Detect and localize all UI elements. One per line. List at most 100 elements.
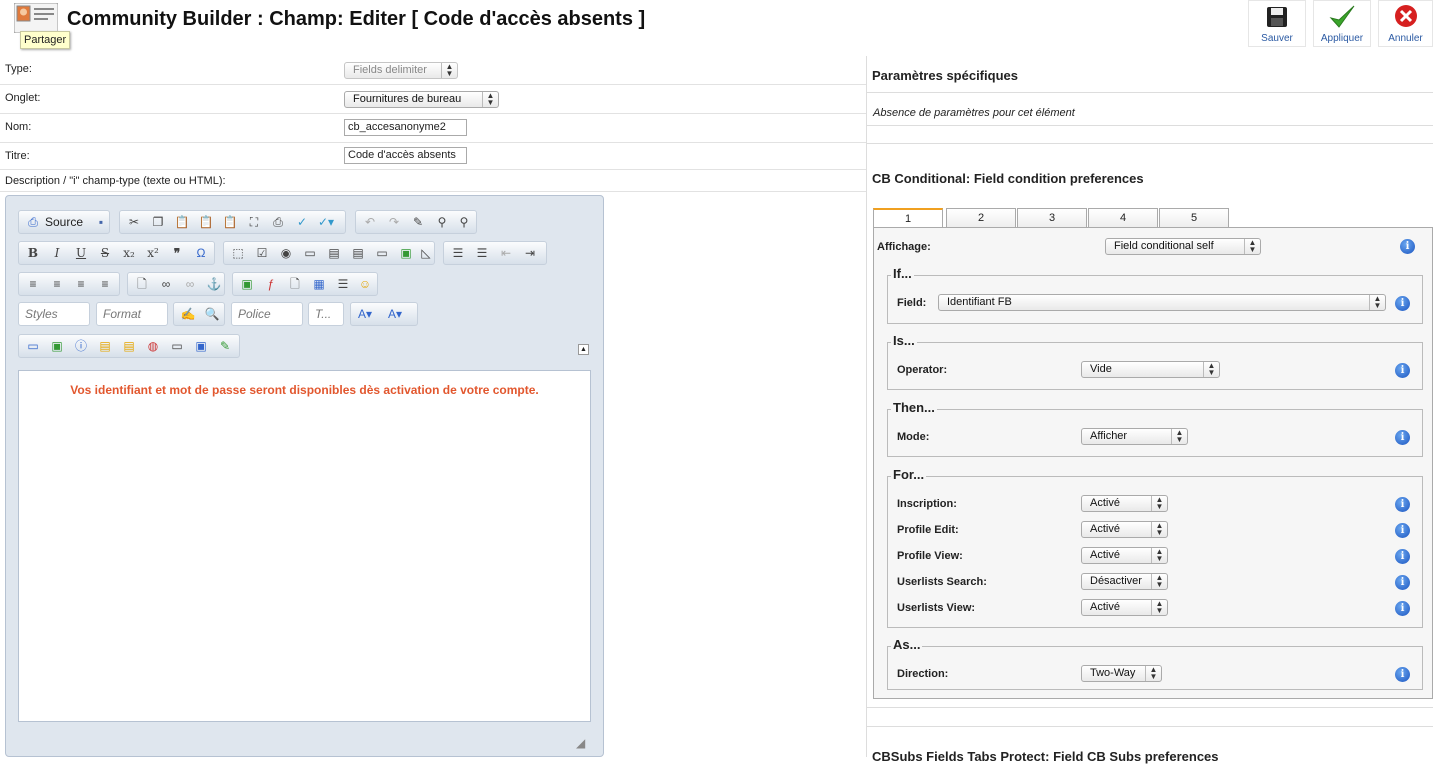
inscription-info-icon[interactable]: i xyxy=(1395,497,1410,512)
superscript-icon[interactable]: x² xyxy=(145,246,161,260)
save-button[interactable]: Sauver xyxy=(1248,0,1306,47)
profile-edit-select[interactable]: Activé ▲ ▼ xyxy=(1081,521,1168,538)
edit-icon[interactable]: ✎ xyxy=(217,339,233,353)
userlists-search-info-icon[interactable]: i xyxy=(1395,575,1410,590)
outdent-icon[interactable]: ⇤ xyxy=(498,246,514,260)
redo-icon[interactable]: ↷ xyxy=(386,215,402,229)
link-icon[interactable]: ∞ xyxy=(158,277,174,291)
paste-text-icon[interactable]: 📋 xyxy=(198,215,214,229)
tab-4[interactable]: 4 xyxy=(1088,208,1158,227)
horizontal-rule-icon[interactable]: ☰ xyxy=(335,277,351,291)
maximize-icon[interactable]: ▣ xyxy=(193,339,209,353)
cancel-button[interactable]: Annuler xyxy=(1378,0,1433,47)
anchor-icon[interactable]: ⚓ xyxy=(206,277,222,291)
print-icon[interactable]: ⎙ xyxy=(270,215,286,229)
userlists-search-select[interactable]: Désactiver ▲ ▼ xyxy=(1081,573,1168,590)
inscription-select[interactable]: Activé ▲ ▼ xyxy=(1081,495,1168,512)
align-left-icon[interactable]: ≡ xyxy=(25,277,41,291)
button-field-icon[interactable]: ▭ xyxy=(374,246,390,260)
template-icon[interactable]: ▤ xyxy=(97,339,113,353)
replace-icon[interactable]: ⚲ xyxy=(456,215,472,229)
align-justify-icon[interactable]: ≡ xyxy=(97,277,113,291)
align-right-icon[interactable]: ≡ xyxy=(73,277,89,291)
underline-icon[interactable]: U xyxy=(73,246,89,260)
italic-icon[interactable]: I xyxy=(49,246,65,260)
userlists-view-info-icon[interactable]: i xyxy=(1395,601,1410,616)
form-icon[interactable]: ⬚ xyxy=(230,246,246,260)
operator-info-icon[interactable]: i xyxy=(1395,363,1410,378)
title-input[interactable]: Code d'accès absents xyxy=(344,147,467,164)
smiley-icon[interactable]: ☺ xyxy=(357,277,373,291)
numbered-list-icon[interactable]: ☰ xyxy=(450,246,466,260)
show-blocks-icon[interactable]: ▭ xyxy=(25,339,41,353)
about-icon[interactable]: ⓘ xyxy=(73,339,89,353)
align-center-icon[interactable]: ≡ xyxy=(49,277,65,291)
resize-handle-icon[interactable]: ◢ xyxy=(576,736,590,750)
strike-icon[interactable]: S xyxy=(97,246,113,260)
hidden-field-icon[interactable]: ◺ xyxy=(418,246,434,260)
font-combo[interactable]: Police xyxy=(231,302,303,326)
radio-icon[interactable]: ◉ xyxy=(278,246,294,260)
font-sample-icon[interactable]: ✍ xyxy=(180,307,196,321)
affichage-select[interactable]: Field conditional self ▲ ▼ xyxy=(1105,238,1261,255)
tab-5[interactable]: 5 xyxy=(1159,208,1229,227)
subscript-icon[interactable]: x₂ xyxy=(121,246,137,260)
tab-1[interactable]: 1 xyxy=(873,208,943,228)
type-select[interactable]: Fields delimiter ▲ ▼ xyxy=(344,62,458,79)
styles-combo[interactable]: Styles xyxy=(18,302,90,326)
tab-2[interactable]: 2 xyxy=(946,208,1016,227)
field-info-icon[interactable]: i xyxy=(1395,296,1410,311)
direction-select[interactable]: Two-Way ▲ ▼ xyxy=(1081,665,1162,682)
format-combo[interactable]: Format xyxy=(96,302,168,326)
zoom-icon[interactable]: 🔍 xyxy=(204,307,220,321)
blockquote-icon[interactable]: ❞ xyxy=(169,246,185,260)
flash-icon[interactable]: ƒ xyxy=(263,277,279,291)
iframe-icon[interactable]: ▭ xyxy=(169,339,185,353)
special-char-icon[interactable]: Ω xyxy=(193,246,209,260)
cut-icon[interactable]: ✂ xyxy=(126,215,142,229)
find-icon[interactable]: ⚲ xyxy=(434,215,450,229)
textfield-icon[interactable]: ▭ xyxy=(302,246,318,260)
scayt-icon[interactable]: ✓▾ xyxy=(318,215,334,229)
copy-icon[interactable]: ❐ xyxy=(150,215,166,229)
apply-button[interactable]: Appliquer xyxy=(1313,0,1371,47)
affichage-info-icon[interactable]: i xyxy=(1400,239,1415,254)
save-doc-icon[interactable]: ▪ xyxy=(93,215,109,229)
profile-edit-info-icon[interactable]: i xyxy=(1395,523,1410,538)
name-input[interactable]: cb_accesanonyme2 xyxy=(344,119,467,136)
select-field-icon[interactable]: ▤ xyxy=(350,246,366,260)
indent-icon[interactable]: ⇥ xyxy=(522,246,538,260)
mode-select[interactable]: Afficher ▲ ▼ xyxy=(1081,428,1188,445)
eraser-icon[interactable]: ✎ xyxy=(410,215,426,229)
operator-select[interactable]: Vide ▲ ▼ xyxy=(1081,361,1220,378)
page-icon[interactable]: 🗋 xyxy=(287,277,303,291)
checkbox-icon[interactable]: ☑ xyxy=(254,246,270,260)
color-wheel-icon[interactable]: ◍ xyxy=(145,339,161,353)
profile-view-info-icon[interactable]: i xyxy=(1395,549,1410,564)
tab-select[interactable]: Fournitures de bureau ▲ ▼ xyxy=(344,91,499,108)
text-color-icon[interactable]: A▾ xyxy=(357,307,373,321)
mode-info-icon[interactable]: i xyxy=(1395,430,1410,445)
field-select[interactable]: Identifiant FB ▲ ▼ xyxy=(938,294,1386,311)
size-combo[interactable]: T... xyxy=(308,302,344,326)
image-button-icon[interactable]: ▣ xyxy=(398,246,414,260)
source-button[interactable]: Source xyxy=(45,215,83,229)
image-icon[interactable]: ▣ xyxy=(239,277,255,291)
paste-word-icon[interactable]: 📋 xyxy=(222,215,238,229)
bold-icon[interactable]: B xyxy=(25,246,41,260)
bg-color-icon[interactable]: A▾ xyxy=(387,307,403,321)
table-icon[interactable]: ▦ xyxy=(311,277,327,291)
profile-view-select[interactable]: Activé ▲ ▼ xyxy=(1081,547,1168,564)
select-all-icon[interactable]: ⛶ xyxy=(246,215,262,229)
tab-3[interactable]: 3 xyxy=(1017,208,1087,227)
div-container-icon[interactable]: ▤ xyxy=(121,339,137,353)
direction-info-icon[interactable]: i xyxy=(1395,667,1410,682)
undo-icon[interactable]: ↶ xyxy=(362,215,378,229)
collapse-toolbar-icon[interactable]: ▲ xyxy=(578,344,589,355)
bulleted-list-icon[interactable]: ☰ xyxy=(474,246,490,260)
spellcheck-icon[interactable]: ✓ xyxy=(294,215,310,229)
unlink-icon[interactable]: ∞ xyxy=(182,277,198,291)
textarea-icon[interactable]: ▤ xyxy=(326,246,342,260)
userlists-view-select[interactable]: Activé ▲ ▼ xyxy=(1081,599,1168,616)
preview-icon[interactable]: ▣ xyxy=(49,339,65,353)
